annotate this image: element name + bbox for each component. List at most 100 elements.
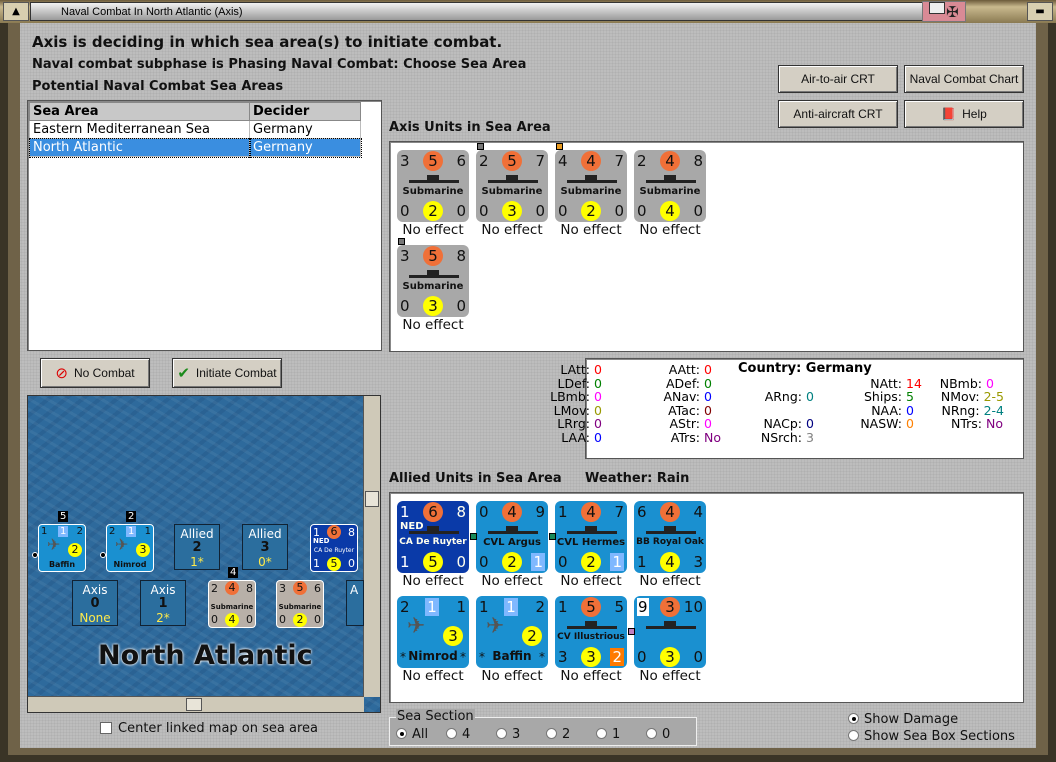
- unit-counter[interactable]: 0 9 4 CVL Argus 0 2 1: [476, 501, 548, 573]
- radio-icon: [396, 728, 407, 739]
- unit-counter[interactable]: 3 8 5 Submarine 0 3 0: [397, 245, 469, 317]
- defense-circle: 3: [423, 296, 443, 316]
- table-row[interactable]: North Atlantic Germany: [28, 137, 362, 158]
- unit-stat-bottom-left: 1: [400, 553, 410, 571]
- map-horizontal-scrollbar[interactable]: [28, 696, 364, 712]
- defense-circle: 3: [502, 201, 522, 221]
- sea-area-name: North Atlantic: [98, 640, 313, 671]
- map-air-unit[interactable]: 2 1 1 ✈ 3 Nimrod: [106, 524, 154, 572]
- initiate-combat-button[interactable]: ✔ Initiate Combat: [172, 358, 282, 388]
- unit-counter[interactable]: 2 1 1 ✈ 3 Nimrod * *: [397, 596, 469, 668]
- unit-stat-top-left: 3: [400, 152, 410, 170]
- sea-section-radio[interactable]: All: [396, 727, 446, 742]
- help-button[interactable]: 📕 Help: [904, 100, 1024, 128]
- unit-counter[interactable]: 1 7 4 CVL Hermes 0 2 1: [555, 501, 627, 573]
- unit-stat-top-left: 1: [558, 598, 568, 616]
- radio-label: Show Damage: [864, 712, 959, 727]
- unit-counter[interactable]: 2 7 5 Submarine 0 3 0: [476, 150, 548, 222]
- status-marker-icon: [549, 533, 556, 540]
- ship-silhouette-icon: [567, 526, 617, 534]
- unit-counter[interactable]: 4 7 4 Submarine 0 2 0: [555, 150, 627, 222]
- unit-stat-bottom-left: 0: [637, 648, 647, 666]
- stat-value: 3: [806, 429, 814, 445]
- map-submarine-unit[interactable]: 2 8 0 0 Submarine 4 4: [208, 580, 256, 628]
- sea-section-radio[interactable]: 3: [496, 727, 546, 742]
- unit-stat-bottom-right: *: [539, 650, 545, 664]
- unit-counter[interactable]: 1 2 1 ✈ 2 Baffin * *: [476, 596, 548, 668]
- decider-cell: Germany: [248, 137, 362, 158]
- system-menu-button[interactable]: ▲: [3, 2, 29, 21]
- air-to-air-crt-button[interactable]: Air-to-air CRT: [778, 65, 898, 93]
- sub-tr: 8: [246, 582, 253, 595]
- naval-combat-chart-button[interactable]: Naval Combat Chart: [904, 65, 1024, 93]
- unit-stat-bottom-right: 0: [693, 202, 703, 220]
- unit-stat-bottom-right: 0: [456, 553, 466, 571]
- defense-circle: 3: [660, 647, 680, 667]
- unit-stat-top-right: 4: [693, 503, 703, 521]
- ship-nation: NED: [313, 537, 330, 545]
- center-map-checkbox[interactable]: Center linked map on sea area: [100, 721, 318, 736]
- sea-box-section[interactable]: Axis 0 None: [72, 580, 118, 626]
- minimize-button[interactable]: ▬: [1027, 2, 1053, 21]
- sub-br: 0: [314, 613, 321, 626]
- status-marker-icon: [477, 143, 484, 150]
- unit-stat-top-left: 9: [637, 598, 649, 616]
- sea-box-section[interactable]: Allied 2 1*: [174, 524, 220, 570]
- unit-counter[interactable]: 2 8 4 Submarine 0 4 0: [634, 150, 706, 222]
- combat-result: No effect: [560, 222, 622, 238]
- unit-stat-top-left: 3: [400, 247, 410, 265]
- radio-icon: [546, 728, 557, 739]
- sea-box-section[interactable]: Allied 3 0*: [242, 524, 288, 570]
- no-combat-button[interactable]: ⊘ No Combat: [40, 358, 150, 388]
- vertical-scroll-thumb[interactable]: [365, 491, 379, 507]
- stat-value: 0: [594, 429, 602, 445]
- unit-stat-bottom-right: *: [460, 650, 466, 664]
- unit-counter[interactable]: 3 6 5 Submarine 0 2 0: [397, 150, 469, 222]
- section-value: 0*: [258, 555, 272, 569]
- anti-aircraft-crt-button[interactable]: Anti-aircraft CRT: [778, 100, 898, 128]
- view-option-radio[interactable]: Show Sea Box Sections: [848, 728, 1015, 745]
- nation-label: NED: [400, 521, 424, 532]
- status-heading: Axis is deciding in which sea area(s) to…: [32, 33, 503, 51]
- sea-section-radio[interactable]: 2: [546, 727, 596, 742]
- axis-units-label: Axis Units in Sea Area: [389, 120, 551, 135]
- stack-count: 5: [58, 511, 69, 522]
- combat-result: No effect: [481, 222, 543, 238]
- sea-section-label: Sea Section: [396, 709, 475, 724]
- sea-section-radio[interactable]: 0: [646, 727, 696, 742]
- sea-box-section[interactable]: A: [346, 580, 364, 626]
- unit-name: CVL Argus: [483, 537, 541, 548]
- ship-silhouette-icon: [409, 175, 459, 183]
- radio-icon: [596, 728, 607, 739]
- unit-counter[interactable]: 9 10 3 0 3 0: [634, 596, 706, 668]
- unit-stat-bottom-left: 0: [400, 297, 410, 315]
- column-header-decider[interactable]: Decider: [249, 102, 361, 121]
- sea-box-section[interactable]: Axis 1 2*: [140, 580, 186, 626]
- section-number: 0: [90, 596, 100, 611]
- unit-stat-top-right: 8: [693, 152, 703, 170]
- view-option-radio[interactable]: Show Damage: [848, 711, 1015, 728]
- radio-label: 0: [662, 727, 671, 742]
- axis-units-panel: 3 6 5 Submarine 0 2 0 No effect 2 7 5 Submarine 0 3 0 N…: [389, 141, 1024, 352]
- sea-section-radio[interactable]: 4: [446, 727, 496, 742]
- defense-circle: 2: [581, 552, 601, 572]
- sea-section-radio[interactable]: 1: [596, 727, 646, 742]
- german-flag-icon: [922, 1, 966, 22]
- unit-counter[interactable]: 1 5 5 CV Illustrious 3 3 2: [555, 596, 627, 668]
- unit-counter[interactable]: 1 8 6 NED CA De Ruyter 1 5 0: [397, 501, 469, 573]
- map-ship-unit[interactable]: 1 8 1 0 NED CA De Ruyter 6 5: [310, 524, 358, 572]
- stat-item: ARng: 0: [736, 389, 824, 404]
- map-submarine-unit[interactable]: 3 6 0 0 Submarine 5 2: [276, 580, 324, 628]
- table-row[interactable]: Eastern Mediterranean Sea Germany: [29, 120, 361, 139]
- unit-counter[interactable]: 6 4 4 BB Royal Oak 1 4 3: [634, 501, 706, 573]
- unit-name: Baffin: [48, 560, 76, 569]
- ship-silhouette-icon: [646, 175, 696, 183]
- horizontal-scroll-thumb[interactable]: [186, 698, 202, 711]
- unit-stat-bottom-left: 0: [637, 202, 647, 220]
- column-header-sea-area[interactable]: Sea Area: [29, 102, 250, 121]
- sea-map[interactable]: North Atlantic 5 1 1 2 ✈ 2 Baffin 2 2 1 1 ✈ 3 Nimrod A…: [27, 395, 381, 713]
- map-air-unit[interactable]: 1 1 2 ✈ 2 Baffin: [38, 524, 86, 572]
- ship-silhouette-icon: [409, 270, 459, 278]
- section-value: None: [79, 611, 111, 625]
- map-vertical-scrollbar[interactable]: [363, 396, 380, 697]
